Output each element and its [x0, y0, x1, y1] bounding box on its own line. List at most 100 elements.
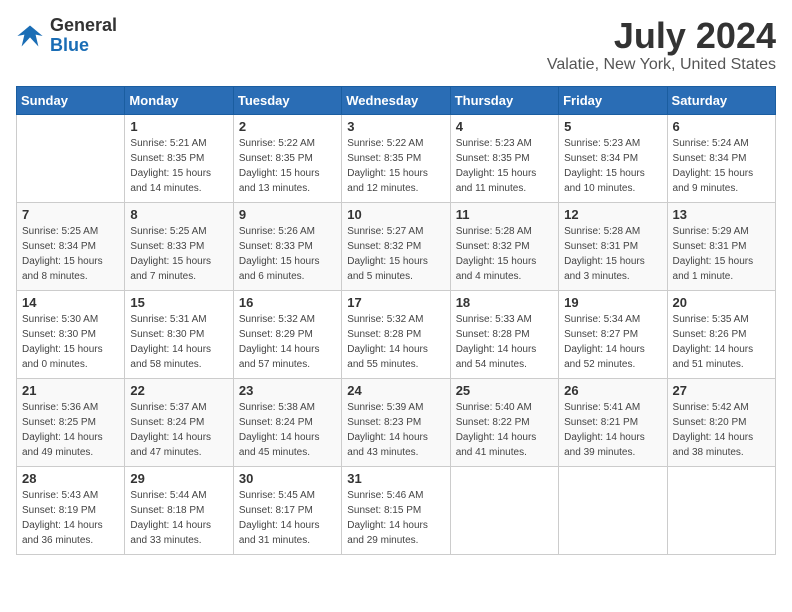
daylight-text: Daylight: 14 hours and 41 minutes. — [456, 432, 537, 458]
calendar-cell: 8 Sunrise: 5:25 AM Sunset: 8:33 PM Dayli… — [125, 202, 233, 290]
sunset-text: Sunset: 8:29 PM — [239, 329, 313, 340]
sunset-text: Sunset: 8:25 PM — [22, 417, 96, 428]
daylight-text: Daylight: 15 hours and 14 minutes. — [130, 168, 211, 194]
calendar-cell: 25 Sunrise: 5:40 AM Sunset: 8:22 PM Dayl… — [450, 378, 558, 466]
daylight-text: Daylight: 14 hours and 36 minutes. — [22, 520, 103, 546]
sunrise-text: Sunrise: 5:30 AM — [22, 314, 98, 325]
calendar-cell: 19 Sunrise: 5:34 AM Sunset: 8:27 PM Dayl… — [559, 290, 667, 378]
day-number: 13 — [673, 207, 770, 222]
weekday-header-tuesday: Tuesday — [233, 86, 341, 114]
day-number: 2 — [239, 119, 336, 134]
weekday-header-saturday: Saturday — [667, 86, 775, 114]
month-title: July 2024 — [547, 16, 776, 56]
day-info: Sunrise: 5:22 AM Sunset: 8:35 PM Dayligh… — [239, 136, 336, 196]
day-info: Sunrise: 5:26 AM Sunset: 8:33 PM Dayligh… — [239, 224, 336, 284]
sunset-text: Sunset: 8:26 PM — [673, 329, 747, 340]
day-number: 15 — [130, 295, 227, 310]
logo-bird-icon — [16, 22, 44, 50]
sunrise-text: Sunrise: 5:25 AM — [130, 226, 206, 237]
sunrise-text: Sunrise: 5:42 AM — [673, 402, 749, 413]
sunset-text: Sunset: 8:23 PM — [347, 417, 421, 428]
sunrise-text: Sunrise: 5:28 AM — [456, 226, 532, 237]
sunset-text: Sunset: 8:32 PM — [456, 241, 530, 252]
calendar-cell: 12 Sunrise: 5:28 AM Sunset: 8:31 PM Dayl… — [559, 202, 667, 290]
day-info: Sunrise: 5:23 AM Sunset: 8:34 PM Dayligh… — [564, 136, 661, 196]
day-info: Sunrise: 5:33 AM Sunset: 8:28 PM Dayligh… — [456, 312, 553, 372]
calendar-cell: 27 Sunrise: 5:42 AM Sunset: 8:20 PM Dayl… — [667, 378, 775, 466]
day-number: 14 — [22, 295, 119, 310]
logo-general: General — [50, 15, 117, 35]
week-row-3: 14 Sunrise: 5:30 AM Sunset: 8:30 PM Dayl… — [17, 290, 776, 378]
day-number: 26 — [564, 383, 661, 398]
daylight-text: Daylight: 14 hours and 55 minutes. — [347, 344, 428, 370]
day-info: Sunrise: 5:29 AM Sunset: 8:31 PM Dayligh… — [673, 224, 770, 284]
sunset-text: Sunset: 8:32 PM — [347, 241, 421, 252]
sunrise-text: Sunrise: 5:23 AM — [564, 138, 640, 149]
sunrise-text: Sunrise: 5:39 AM — [347, 402, 423, 413]
calendar-cell — [17, 114, 125, 202]
weekday-header-sunday: Sunday — [17, 86, 125, 114]
sunrise-text: Sunrise: 5:32 AM — [347, 314, 423, 325]
day-info: Sunrise: 5:31 AM Sunset: 8:30 PM Dayligh… — [130, 312, 227, 372]
sunset-text: Sunset: 8:24 PM — [239, 417, 313, 428]
daylight-text: Daylight: 15 hours and 1 minute. — [673, 256, 754, 282]
logo: General Blue — [16, 16, 117, 56]
calendar-cell: 7 Sunrise: 5:25 AM Sunset: 8:34 PM Dayli… — [17, 202, 125, 290]
sunset-text: Sunset: 8:34 PM — [564, 153, 638, 164]
sunrise-text: Sunrise: 5:26 AM — [239, 226, 315, 237]
week-row-1: 1 Sunrise: 5:21 AM Sunset: 8:35 PM Dayli… — [17, 114, 776, 202]
daylight-text: Daylight: 14 hours and 58 minutes. — [130, 344, 211, 370]
day-info: Sunrise: 5:22 AM Sunset: 8:35 PM Dayligh… — [347, 136, 444, 196]
day-info: Sunrise: 5:36 AM Sunset: 8:25 PM Dayligh… — [22, 400, 119, 460]
calendar-cell: 11 Sunrise: 5:28 AM Sunset: 8:32 PM Dayl… — [450, 202, 558, 290]
calendar-cell: 22 Sunrise: 5:37 AM Sunset: 8:24 PM Dayl… — [125, 378, 233, 466]
calendar-cell: 3 Sunrise: 5:22 AM Sunset: 8:35 PM Dayli… — [342, 114, 450, 202]
sunrise-text: Sunrise: 5:40 AM — [456, 402, 532, 413]
day-number: 23 — [239, 383, 336, 398]
sunrise-text: Sunrise: 5:36 AM — [22, 402, 98, 413]
daylight-text: Daylight: 15 hours and 13 minutes. — [239, 168, 320, 194]
sunrise-text: Sunrise: 5:28 AM — [564, 226, 640, 237]
sunset-text: Sunset: 8:35 PM — [456, 153, 530, 164]
day-info: Sunrise: 5:34 AM Sunset: 8:27 PM Dayligh… — [564, 312, 661, 372]
daylight-text: Daylight: 14 hours and 57 minutes. — [239, 344, 320, 370]
day-number: 5 — [564, 119, 661, 134]
calendar-cell: 2 Sunrise: 5:22 AM Sunset: 8:35 PM Dayli… — [233, 114, 341, 202]
day-number: 9 — [239, 207, 336, 222]
sunrise-text: Sunrise: 5:25 AM — [22, 226, 98, 237]
sunrise-text: Sunrise: 5:37 AM — [130, 402, 206, 413]
day-number: 11 — [456, 207, 553, 222]
day-info: Sunrise: 5:38 AM Sunset: 8:24 PM Dayligh… — [239, 400, 336, 460]
sunrise-text: Sunrise: 5:44 AM — [130, 490, 206, 501]
location-text: Valatie, New York, United States — [547, 56, 776, 74]
page-header: General Blue July 2024 Valatie, New York… — [16, 16, 776, 74]
calendar-table: SundayMondayTuesdayWednesdayThursdayFrid… — [16, 86, 776, 555]
day-info: Sunrise: 5:32 AM Sunset: 8:29 PM Dayligh… — [239, 312, 336, 372]
day-info: Sunrise: 5:41 AM Sunset: 8:21 PM Dayligh… — [564, 400, 661, 460]
weekday-header-friday: Friday — [559, 86, 667, 114]
day-number: 8 — [130, 207, 227, 222]
sunset-text: Sunset: 8:15 PM — [347, 505, 421, 516]
sunset-text: Sunset: 8:28 PM — [456, 329, 530, 340]
day-number: 29 — [130, 471, 227, 486]
daylight-text: Daylight: 14 hours and 31 minutes. — [239, 520, 320, 546]
sunrise-text: Sunrise: 5:41 AM — [564, 402, 640, 413]
calendar-cell: 28 Sunrise: 5:43 AM Sunset: 8:19 PM Dayl… — [17, 466, 125, 554]
calendar-cell: 10 Sunrise: 5:27 AM Sunset: 8:32 PM Dayl… — [342, 202, 450, 290]
day-number: 28 — [22, 471, 119, 486]
day-info: Sunrise: 5:30 AM Sunset: 8:30 PM Dayligh… — [22, 312, 119, 372]
sunset-text: Sunset: 8:20 PM — [673, 417, 747, 428]
day-info: Sunrise: 5:28 AM Sunset: 8:31 PM Dayligh… — [564, 224, 661, 284]
day-number: 22 — [130, 383, 227, 398]
daylight-text: Daylight: 15 hours and 9 minutes. — [673, 168, 754, 194]
daylight-text: Daylight: 14 hours and 47 minutes. — [130, 432, 211, 458]
sunrise-text: Sunrise: 5:35 AM — [673, 314, 749, 325]
calendar-cell: 14 Sunrise: 5:30 AM Sunset: 8:30 PM Dayl… — [17, 290, 125, 378]
daylight-text: Daylight: 14 hours and 39 minutes. — [564, 432, 645, 458]
calendar-cell — [450, 466, 558, 554]
sunrise-text: Sunrise: 5:22 AM — [347, 138, 423, 149]
day-info: Sunrise: 5:21 AM Sunset: 8:35 PM Dayligh… — [130, 136, 227, 196]
day-info: Sunrise: 5:25 AM Sunset: 8:33 PM Dayligh… — [130, 224, 227, 284]
daylight-text: Daylight: 15 hours and 10 minutes. — [564, 168, 645, 194]
weekday-header-thursday: Thursday — [450, 86, 558, 114]
